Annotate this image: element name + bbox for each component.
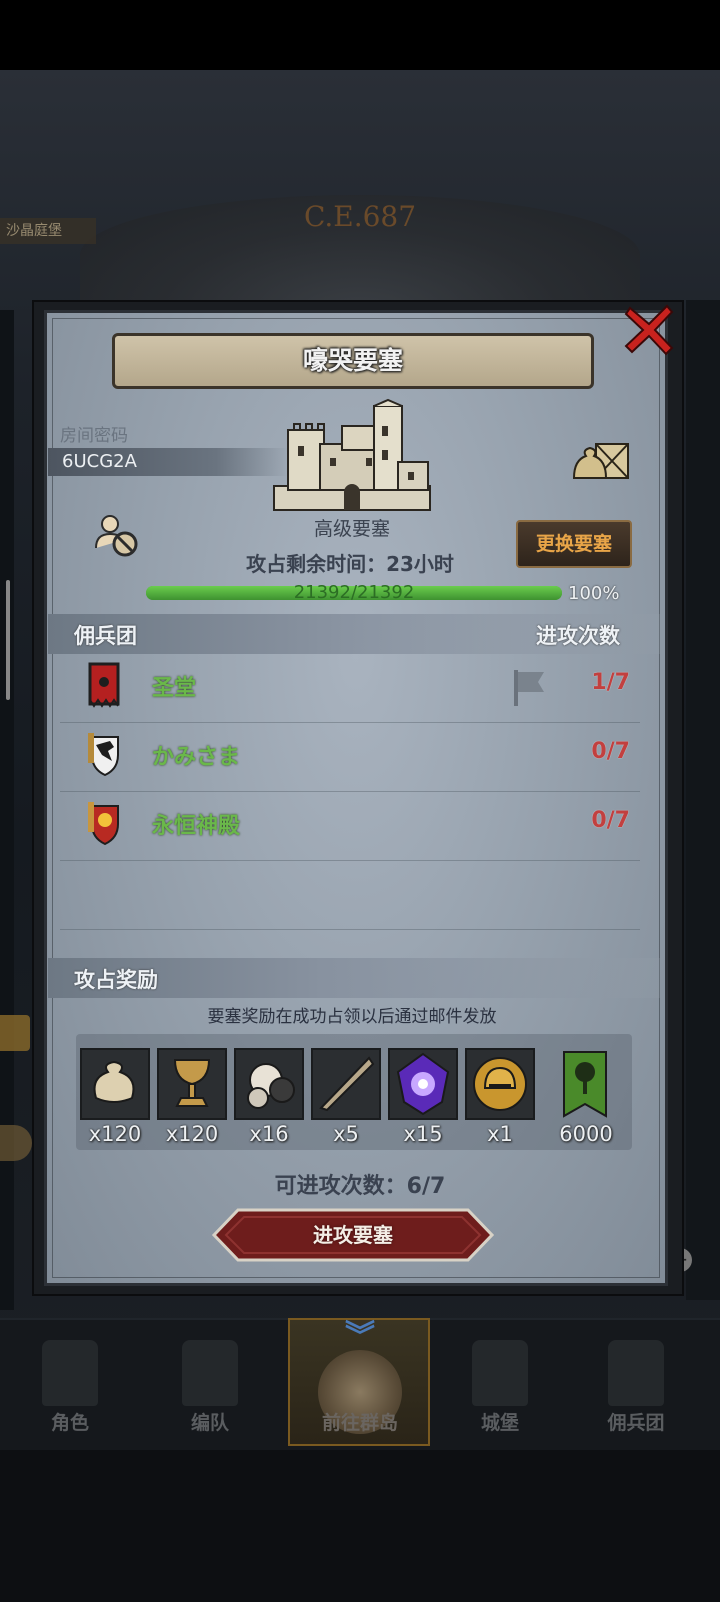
- nav-label: 佣兵团: [607, 1412, 665, 1434]
- sack-icon: [93, 1060, 135, 1103]
- reward-item[interactable]: [388, 1048, 458, 1120]
- fortress-type: 高级要塞: [313, 518, 390, 540]
- wolf-shield-icon: [88, 733, 119, 777]
- reward-item[interactable]: [311, 1048, 381, 1120]
- close-icon[interactable]: [622, 302, 676, 356]
- mercenary-header: 佣兵团: [74, 624, 137, 648]
- sun-shield-icon: [88, 802, 119, 846]
- attack-count: 0/7: [591, 808, 630, 833]
- hp-percent: 100%: [568, 583, 620, 604]
- dialog-title: 嚎哭要塞: [302, 346, 403, 375]
- red-banner-icon: [88, 662, 120, 708]
- reward-qty: x5: [333, 1122, 359, 1146]
- nav-label: 前往群岛: [321, 1412, 398, 1434]
- nav-label: 编队: [190, 1412, 229, 1434]
- room-code-value[interactable]: 6UCG2A: [62, 449, 137, 475]
- attack-fortress-label[interactable]: 进攻要塞: [212, 1208, 494, 1262]
- castle-icon: [472, 1340, 528, 1406]
- reward-item[interactable]: [80, 1048, 150, 1120]
- nav-label: 角色: [50, 1412, 89, 1434]
- reward-note: 要塞奖励在成功占领以后通过邮件发放: [207, 1007, 497, 1027]
- reward-qty: 6000: [559, 1122, 613, 1146]
- change-fortress-button[interactable]: 更换要塞: [516, 520, 632, 568]
- nav-label: 城堡: [480, 1412, 519, 1434]
- year-label: C.E.687: [303, 200, 417, 233]
- ore-icon: [247, 1063, 295, 1109]
- available-attacks: 可进攻次数：6/7: [274, 1174, 446, 1199]
- reward-qty: x16: [249, 1122, 289, 1146]
- scrollbar[interactable]: [6, 580, 10, 700]
- nav-item-islands-label-wrap[interactable]: 前往群岛: [288, 1318, 428, 1446]
- golden-helmet-icon: [473, 1057, 527, 1111]
- mercenary-name: かみさま: [152, 745, 241, 770]
- fortress-image: [273, 398, 431, 511]
- nav-item-character[interactable]: 角色: [0, 1318, 140, 1446]
- reward-qty: x120: [165, 1122, 219, 1146]
- location-label: 沙晶庭堡: [0, 218, 96, 244]
- invite-disabled-icon[interactable]: [92, 512, 142, 560]
- mercenary-row[interactable]: 圣堂 1/7: [60, 654, 640, 723]
- reward-item[interactable]: [157, 1048, 227, 1120]
- remaining-time: 攻占剩余时间：23小时: [246, 552, 454, 576]
- reward-item[interactable]: [560, 1050, 610, 1118]
- flag-icon: [514, 670, 544, 706]
- nav-item-castle[interactable]: 城堡: [430, 1318, 570, 1446]
- hp-text: 21392/21392: [293, 582, 415, 603]
- ship-icon: [608, 1340, 664, 1406]
- reward-qty: x1: [487, 1122, 513, 1146]
- mercenary-row[interactable]: かみさま 0/7: [60, 723, 640, 792]
- purple-crystal-icon: [396, 1052, 450, 1116]
- reward-item[interactable]: [465, 1048, 535, 1120]
- status-bar-area: [0, 0, 720, 70]
- attack-count-header: 进攻次数: [536, 624, 620, 648]
- mercenary-row[interactable]: 永恒神殿 0/7: [60, 792, 640, 861]
- nav-item-formation[interactable]: 编队: [140, 1318, 280, 1446]
- reward-header: 攻占奖励: [74, 968, 158, 992]
- reward-item[interactable]: [234, 1048, 304, 1120]
- attack-count: 1/7: [591, 670, 630, 695]
- supply-icon[interactable]: [570, 438, 632, 486]
- side-tab[interactable]: [0, 1015, 30, 1051]
- tree-banner-icon: [563, 1051, 607, 1118]
- nav-item-mercenary[interactable]: 佣兵团: [566, 1318, 706, 1446]
- reward-qty: x15: [403, 1122, 443, 1146]
- knight-icon: [42, 1340, 98, 1406]
- right-side-panel: [686, 300, 720, 1300]
- mercenary-name: 圣堂: [152, 676, 197, 701]
- helmet-icon: [182, 1340, 238, 1406]
- room-code-label: 房间密码: [60, 426, 128, 446]
- goblet-icon: [173, 1059, 211, 1107]
- empty-row: [60, 861, 640, 930]
- reward-qty: x120: [88, 1122, 142, 1146]
- horn-icon: [319, 1056, 375, 1112]
- attack-count: 0/7: [591, 739, 630, 764]
- mercenary-name: 永恒神殿: [152, 814, 241, 839]
